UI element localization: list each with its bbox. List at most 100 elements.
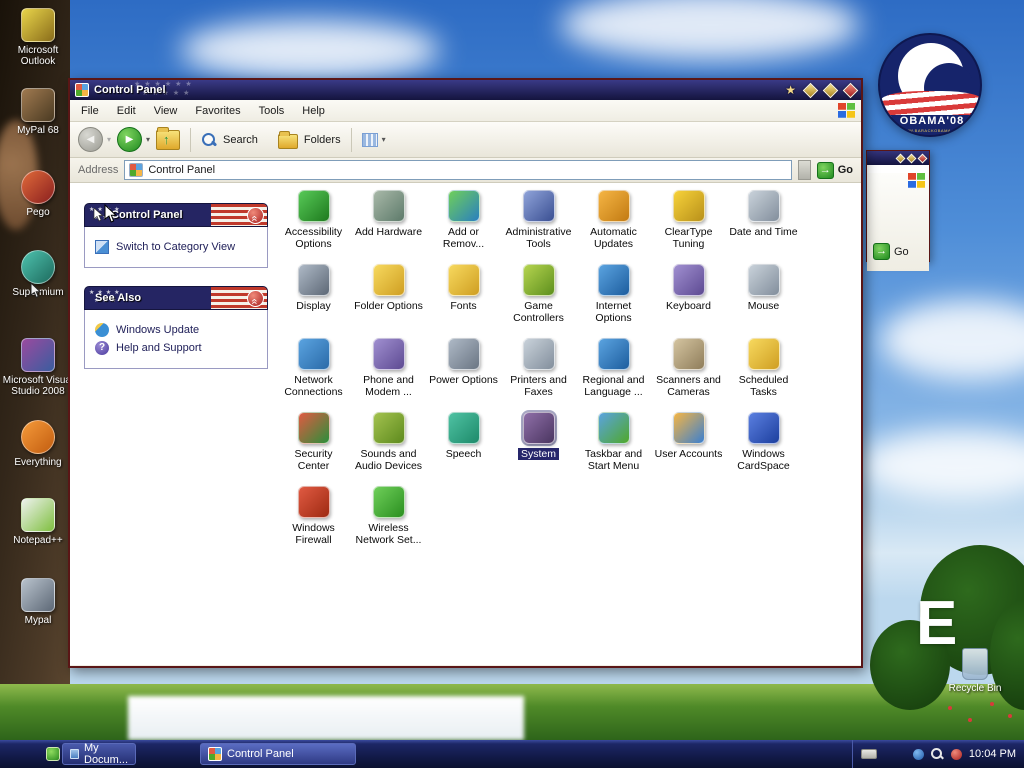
desktop-icon-recycle-bin[interactable]: Recycle Bin <box>946 648 1004 694</box>
menu-file[interactable]: File <box>72 102 108 120</box>
item-scanners-and-cameras[interactable]: Scanners and Cameras <box>651 333 726 407</box>
item-label: System <box>517 448 559 460</box>
menu-edit[interactable]: Edit <box>108 102 145 120</box>
help-and-support-link[interactable]: Help and Support <box>95 341 257 355</box>
item-game-controllers[interactable]: Game Controllers <box>501 259 576 333</box>
fonts-icon <box>447 264 480 296</box>
item-label: Automatic Updates <box>590 226 637 250</box>
item-phone-and-modem[interactable]: Phone and Modem ... <box>351 333 426 407</box>
minimize-icon[interactable] <box>802 82 819 98</box>
folders-icon[interactable] <box>277 130 298 149</box>
close-icon[interactable] <box>842 82 859 98</box>
desktop-icon-label: MyPal 68 <box>17 125 59 136</box>
windows-firewall-icon <box>297 486 330 518</box>
go-arrow-icon: → <box>873 243 890 260</box>
item-mouse[interactable]: Mouse <box>726 259 801 333</box>
item-automatic-updates[interactable]: Automatic Updates <box>576 185 651 259</box>
item-system[interactable]: System <box>501 407 576 481</box>
item-accessibility-options[interactable]: Accessibility Options <box>276 185 351 259</box>
address-dropdown-button[interactable] <box>797 160 811 180</box>
item-cleartype-tuning[interactable]: ClearType Tuning <box>651 185 726 259</box>
desktop-icon-everything[interactable]: Everything <box>2 420 74 468</box>
item-windows-firewall[interactable]: Windows Firewall <box>276 481 351 555</box>
magnifier-icon[interactable] <box>930 747 944 761</box>
wireless-network-icon <box>372 486 405 518</box>
item-label: Printers and Faxes <box>510 374 567 398</box>
cloud <box>180 20 440 80</box>
minimize-icon[interactable] <box>895 153 906 163</box>
taskbar-button-control-panel[interactable]: Control Panel <box>200 743 356 765</box>
desktop-icon-mypal68[interactable]: MyPal 68 <box>2 88 74 136</box>
item-label: Windows CardSpace <box>737 448 790 472</box>
item-administrative-tools[interactable]: Administrative Tools <box>501 185 576 259</box>
tray-app-icon[interactable] <box>912 748 924 760</box>
item-scheduled-tasks[interactable]: Scheduled Tasks <box>726 333 801 407</box>
item-sounds-and-audio[interactable]: Sounds and Audio Devices <box>351 407 426 481</box>
link-label: Switch to Category View <box>116 241 236 253</box>
item-folder-options[interactable]: Folder Options <box>351 259 426 333</box>
taskbar-startmenu-icon <box>597 412 630 444</box>
menu-help[interactable]: Help <box>293 102 334 120</box>
item-internet-options[interactable]: Internet Options <box>576 259 651 333</box>
desktop-icon-microsoft-outlook[interactable]: Microsoft Outlook <box>2 8 74 67</box>
item-user-accounts[interactable]: User Accounts <box>651 407 726 481</box>
folders-button-label[interactable]: Folders <box>304 134 341 146</box>
item-fonts[interactable]: Fonts <box>426 259 501 333</box>
back-dropdown-icon[interactable]: ▾ <box>107 135 111 144</box>
switch-to-category-view-link[interactable]: Switch to Category View <box>95 240 257 254</box>
panel-header[interactable]: See Also <box>84 286 268 310</box>
desktop-icon-mypal[interactable]: Mypal <box>2 578 74 626</box>
search-icon[interactable] <box>201 132 217 148</box>
desktop-icon-notepad-plus-plus[interactable]: Notepad++ <box>2 498 74 546</box>
close-icon[interactable] <box>917 153 928 163</box>
desktop-icon-pego[interactable]: Pego <box>2 170 74 218</box>
item-printers-and-faxes[interactable]: Printers and Faxes <box>501 333 576 407</box>
item-add-hardware[interactable]: Add Hardware <box>351 185 426 259</box>
item-regional-and-language[interactable]: Regional and Language ... <box>576 333 651 407</box>
toolbar: ◀ ▾ ▶ ▾ ↑ Search Folders ▾ <box>70 122 861 158</box>
desktop-icon-label: Recycle Bin <box>948 683 1002 694</box>
item-security-center[interactable]: Security Center <box>276 407 351 481</box>
search-button-label[interactable]: Search <box>223 134 258 146</box>
collapse-chevron-icon[interactable] <box>247 207 264 224</box>
item-keyboard[interactable]: Keyboard <box>651 259 726 333</box>
keyboard-icon <box>672 264 705 296</box>
titlebar[interactable]: Control Panel <box>70 80 861 100</box>
desktop-icon-visual-studio[interactable]: Microsoft Visual Studio 2008 <box>2 338 74 397</box>
start-button[interactable] <box>46 747 60 761</box>
up-button[interactable]: ↑ <box>156 126 181 150</box>
views-icon[interactable] <box>361 132 378 147</box>
back-button[interactable]: ◀ <box>78 127 103 152</box>
secondary-go-button[interactable]: → Go <box>873 243 909 260</box>
cloud <box>860 430 1024 500</box>
item-speech[interactable]: Speech <box>426 407 501 481</box>
windows-flag-icon <box>838 103 855 118</box>
menu-tools[interactable]: Tools <box>250 102 294 120</box>
windows-update-link[interactable]: Windows Update <box>95 323 257 337</box>
views-dropdown-icon[interactable]: ▾ <box>382 135 386 144</box>
menu-view[interactable]: View <box>145 102 187 120</box>
item-date-and-time[interactable]: Date and Time <box>726 185 801 259</box>
keyboard-layout-icon[interactable] <box>860 749 877 759</box>
go-button[interactable]: → Go <box>816 161 853 179</box>
item-taskbar-and-start-menu[interactable]: Taskbar and Start Menu <box>576 407 651 481</box>
maximize-icon[interactable] <box>906 153 917 163</box>
menu-favorites[interactable]: Favorites <box>186 102 249 120</box>
item-label: Windows Firewall <box>292 522 335 546</box>
forward-dropdown-icon[interactable]: ▾ <box>146 135 150 144</box>
secondary-window-titlebar[interactable] <box>867 151 929 165</box>
item-wireless-network-setup[interactable]: Wireless Network Set... <box>351 481 426 555</box>
item-display[interactable]: Display <box>276 259 351 333</box>
item-network-connections[interactable]: Network Connections <box>276 333 351 407</box>
item-add-remove-programs[interactable]: Add or Remov... <box>426 185 501 259</box>
tray-alert-icon[interactable] <box>950 748 962 760</box>
maximize-icon[interactable] <box>822 82 839 98</box>
my-documents-icon <box>70 749 79 759</box>
taskbar-button-my-documents[interactable]: My Docum... <box>62 742 136 766</box>
item-windows-cardspace[interactable]: Windows CardSpace <box>726 407 801 481</box>
item-power-options[interactable]: Power Options <box>426 333 501 407</box>
forward-button[interactable]: ▶ <box>117 127 143 152</box>
collapse-chevron-icon[interactable] <box>247 290 264 307</box>
secondary-window[interactable]: → Go <box>866 150 930 271</box>
address-input[interactable]: Control Panel <box>124 160 792 180</box>
